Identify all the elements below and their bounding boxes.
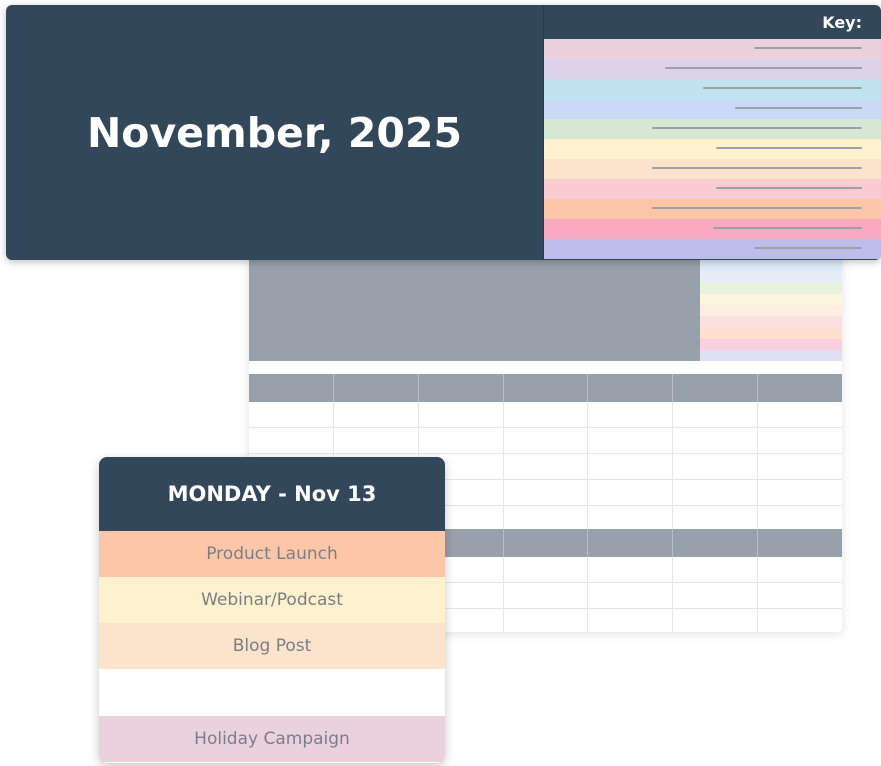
day-event-list: Product Launch Webinar/Podcast Blog Post Ho… — [99, 531, 445, 762]
key-item-placeholder-line — [665, 67, 862, 69]
sheet-key-stripe — [700, 327, 842, 339]
key-item-placeholder-line — [754, 247, 862, 249]
key-item — [544, 39, 881, 59]
key-item-placeholder-line — [716, 147, 862, 149]
key-item-placeholder-line — [713, 227, 862, 229]
sheet-key-stripes — [700, 260, 842, 361]
key-item — [544, 219, 881, 239]
key-item-placeholder-line — [703, 87, 862, 89]
color-key-panel: Key: — [543, 5, 881, 260]
key-item-placeholder-line — [735, 107, 862, 109]
key-item — [544, 139, 881, 159]
key-item-placeholder-line — [652, 207, 862, 209]
day-event-item[interactable]: Blog Post — [99, 623, 445, 669]
key-item — [544, 159, 881, 179]
key-item-placeholder-line — [754, 47, 862, 49]
key-item — [544, 179, 881, 199]
day-event-label: Webinar/Podcast — [201, 590, 343, 610]
sheet-key-stripe — [700, 293, 842, 305]
key-item-placeholder-line — [716, 187, 862, 189]
sheet-key-stripe — [700, 316, 842, 328]
key-item — [544, 239, 881, 259]
sheet-key-stripe — [700, 349, 842, 361]
key-items — [544, 39, 881, 259]
key-item — [544, 59, 881, 79]
day-event-label: Blog Post — [232, 636, 312, 656]
day-event-item[interactable]: Product Launch — [99, 531, 445, 577]
sheet-key-stripe — [700, 304, 842, 317]
key-item — [544, 199, 881, 219]
day-event-label: Product Launch — [206, 544, 338, 564]
key-item — [544, 119, 881, 139]
key-item-placeholder-line — [652, 127, 862, 129]
week-header-row — [249, 374, 842, 402]
table-row[interactable] — [249, 402, 842, 428]
day-event-item[interactable]: Holiday Campaign — [99, 716, 445, 762]
month-title: November, 2025 — [86, 108, 463, 157]
day-event-item[interactable] — [99, 669, 445, 716]
key-item — [544, 99, 881, 119]
table-row[interactable] — [249, 428, 842, 454]
month-header-card: November, 2025 Key: — [6, 5, 881, 260]
key-label: Key: — [822, 12, 862, 32]
key-item — [544, 79, 881, 99]
sheet-key-stripe — [700, 260, 842, 272]
day-detail-card: MONDAY - Nov 13 Product Launch Webinar/Po… — [99, 457, 445, 763]
day-event-item[interactable]: Webinar/Podcast — [99, 577, 445, 623]
sheet-key-stripe — [700, 282, 842, 294]
sheet-key-stripe — [700, 338, 842, 350]
sheet-key-stripe — [700, 271, 842, 283]
key-item-placeholder-line — [652, 167, 862, 169]
day-title: MONDAY - Nov 13 — [99, 457, 445, 531]
day-event-label: Holiday Campaign — [194, 729, 350, 749]
